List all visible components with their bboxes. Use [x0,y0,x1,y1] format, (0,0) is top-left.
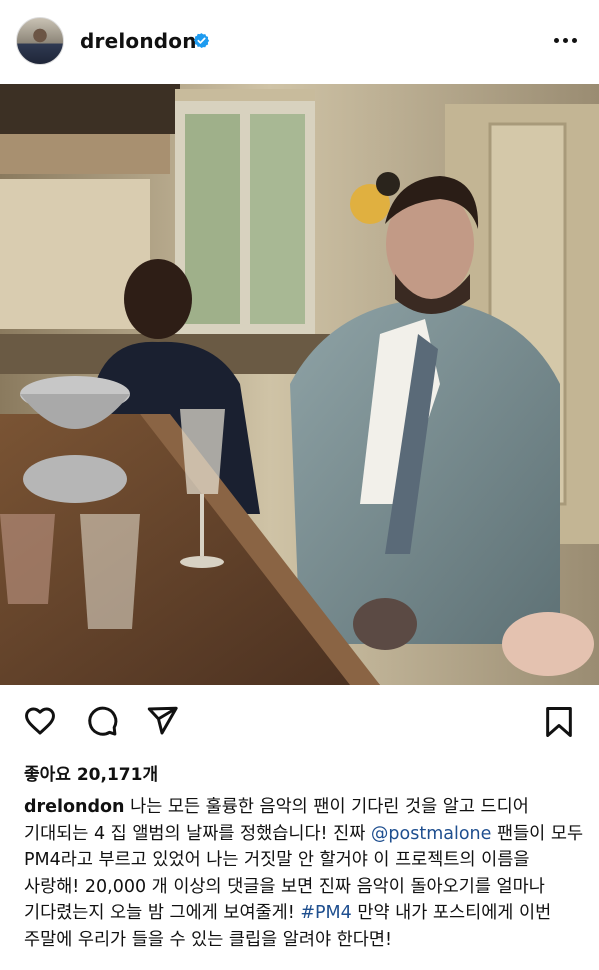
hashtag-link[interactable]: #PM4 [300,903,351,923]
post-header: drelondon [0,0,599,84]
comment-icon[interactable] [84,704,120,738]
like-count[interactable]: 좋아요 20,171개 [24,760,158,785]
send-icon[interactable] [144,704,180,738]
post-image[interactable] [0,84,599,685]
post-photo-illustration [0,84,599,685]
bookmark-icon[interactable] [542,704,576,740]
post-caption: drelondon 나는 모든 훌륭한 음악의 팬이 기다린 것을 알고 드디어… [24,794,584,954]
avatar[interactable] [16,17,64,65]
mention-link[interactable]: @postmalone [371,824,492,844]
verified-badge-icon [193,33,210,48]
more-options-icon[interactable] [554,38,578,46]
post-action-bar [0,700,599,744]
caption-username[interactable]: drelondon [24,797,125,817]
heart-icon[interactable] [22,704,58,738]
post-username[interactable]: drelondon [80,29,197,53]
